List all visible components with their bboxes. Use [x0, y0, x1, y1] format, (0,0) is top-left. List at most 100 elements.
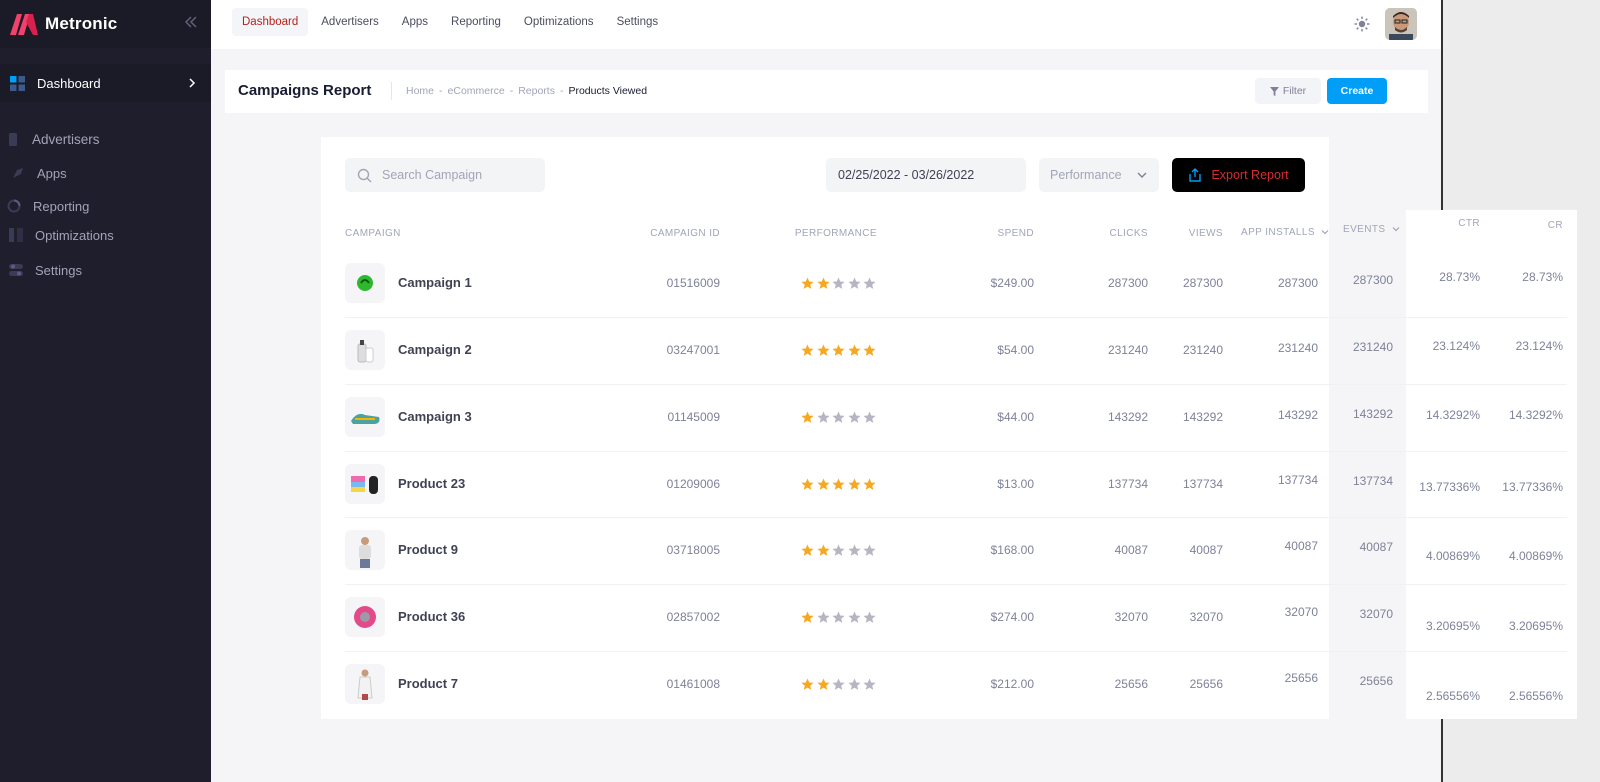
campaign-thumbnail	[345, 597, 385, 637]
date-range-picker[interactable]: 02/25/2022 - 03/26/2022	[826, 158, 1026, 192]
spend-value: $249.00	[990, 276, 1034, 290]
campaign-thumbnail	[345, 664, 385, 704]
sidebar-item-settings[interactable]: Settings	[0, 259, 82, 281]
star-filled-icon	[847, 478, 861, 490]
rating-stars	[801, 678, 879, 691]
header-campaign[interactable]: Campaign	[345, 228, 401, 239]
theme-sun-icon[interactable]	[1354, 16, 1370, 32]
star-filled-icon	[816, 478, 830, 490]
header-cr[interactable]: CR	[1510, 220, 1563, 231]
header-campaign-id[interactable]: Campaign ID	[620, 228, 720, 239]
rating-stars	[801, 344, 879, 357]
breadcrumb-reports[interactable]: Reports	[518, 85, 555, 97]
filter-button[interactable]: Filter	[1255, 78, 1321, 104]
toggle-icon	[9, 263, 23, 277]
sidebar-item-dashboard[interactable]: Dashboard	[0, 64, 211, 102]
campaign-name-link[interactable]: Product 36	[398, 609, 465, 624]
header-spend[interactable]: Spend	[960, 228, 1034, 239]
app-name: Metronic	[45, 14, 118, 33]
header-performance[interactable]: Performance	[790, 228, 877, 239]
views-value: 32070	[1189, 610, 1223, 624]
page-title: Campaigns Report	[238, 82, 372, 99]
views-value: 143292	[1182, 410, 1223, 424]
user-avatar[interactable]	[1385, 8, 1417, 40]
star-filled-icon	[801, 411, 814, 423]
tab-apps[interactable]: Apps	[392, 8, 438, 36]
tab-reporting[interactable]: Reporting	[441, 8, 511, 36]
campaign-name-link[interactable]: Campaign 2	[398, 342, 472, 357]
ctr-value: 2.56556%	[1425, 689, 1480, 703]
app-installs-value: 25656	[1284, 671, 1318, 685]
rocket-icon	[11, 166, 25, 180]
tab-dashboard[interactable]: Dashboard	[232, 8, 309, 36]
collapse-sidebar-icon[interactable]	[183, 14, 199, 30]
campaign-id: 02857002	[666, 610, 720, 624]
views-value: 137734	[1182, 477, 1223, 491]
star-filled-icon	[816, 544, 830, 556]
star-filled-icon	[832, 344, 845, 356]
header-events-label: Events	[1343, 224, 1386, 235]
row-divider	[345, 517, 1567, 518]
tab-advertisers[interactable]: Advertisers	[311, 8, 389, 36]
sidebar-item-optimizations[interactable]: Optimizations	[0, 224, 114, 246]
search-icon	[357, 168, 372, 182]
spend-value: $212.00	[990, 677, 1034, 691]
campaign-name-link[interactable]: Product 23	[398, 476, 465, 491]
row-divider	[345, 384, 1567, 385]
cr-value: 4.00869%	[1508, 549, 1563, 563]
star-filled-icon	[816, 344, 830, 356]
create-button[interactable]: Create	[1327, 78, 1387, 104]
breadcrumb-home[interactable]: Home	[406, 85, 434, 97]
star-filled-icon	[801, 544, 814, 556]
star-empty-icon	[863, 678, 876, 690]
ctr-value: 23.124%	[1432, 339, 1480, 353]
star-empty-icon	[832, 544, 845, 556]
star-filled-icon	[847, 344, 861, 356]
star-filled-icon	[801, 678, 814, 690]
cr-value: 2.56556%	[1508, 689, 1563, 703]
star-empty-icon	[832, 611, 845, 623]
cr-value: 14.3292%	[1508, 408, 1563, 422]
header-views[interactable]: Views	[1160, 228, 1223, 239]
campaign-thumbnail	[345, 464, 385, 504]
page-toolbar: Campaigns Report Home - eCommerce - Repo…	[225, 70, 1428, 113]
sidebar-item-advertisers[interactable]: Advertisers	[0, 128, 100, 150]
campaign-thumbnail	[345, 530, 385, 570]
header-events[interactable]: Events	[1343, 224, 1400, 235]
rating-stars	[801, 478, 879, 491]
campaign-name-link[interactable]: Product 9	[398, 542, 458, 557]
chevron-right-icon	[187, 76, 197, 90]
columns-icon	[9, 228, 23, 242]
breadcrumb-ecommerce[interactable]: eCommerce	[448, 85, 505, 97]
campaign-id: 01516009	[666, 276, 720, 290]
sidebar-item-label: Dashboard	[37, 75, 101, 91]
tab-settings[interactable]: Settings	[607, 8, 669, 36]
header-clicks[interactable]: Clicks	[1080, 228, 1148, 239]
campaign-name-link[interactable]: Campaign 3	[398, 409, 472, 424]
campaign-name-link[interactable]: Campaign 1	[398, 275, 472, 290]
tab-optimizations[interactable]: Optimizations	[514, 8, 604, 36]
spend-value: $274.00	[990, 610, 1034, 624]
header-ctr[interactable]: CTR	[1430, 218, 1480, 229]
campaign-name-link[interactable]: Product 7	[398, 676, 458, 691]
top-navigation: Dashboard Advertisers Apps Reporting Opt…	[232, 8, 671, 36]
breadcrumb-separator: -	[559, 85, 564, 97]
sidebar-item-label: Advertisers	[32, 131, 100, 147]
performance-select[interactable]: Performance	[1039, 158, 1159, 192]
events-value: 32070	[1359, 607, 1393, 621]
star-filled-icon	[816, 678, 830, 690]
breadcrumb-separator: -	[509, 85, 514, 97]
search-input[interactable]	[382, 168, 532, 182]
search-box[interactable]	[345, 158, 545, 192]
dashboard-icon	[10, 75, 25, 91]
ctr-value: 13.77336%	[1419, 480, 1480, 494]
breadcrumb-current: Products Viewed	[568, 85, 648, 97]
sidebar-item-apps[interactable]: Apps	[0, 162, 67, 184]
rating-stars	[801, 544, 879, 557]
divider	[391, 82, 392, 100]
sidebar-item-reporting[interactable]: Reporting	[0, 195, 89, 217]
header-app-installs[interactable]: App Installs	[1241, 227, 1329, 238]
clicks-value: 231240	[1107, 343, 1148, 357]
export-report-button[interactable]: Export Report	[1172, 158, 1305, 192]
export-report-label: Export Report	[1211, 168, 1289, 182]
